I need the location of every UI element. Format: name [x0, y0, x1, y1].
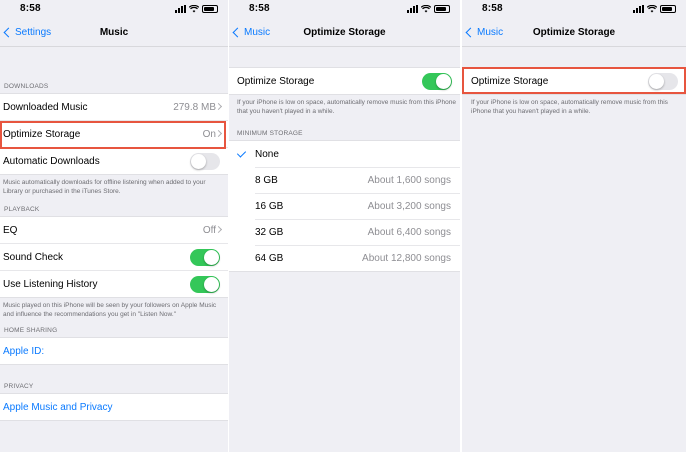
toggle-knob [436, 73, 451, 89]
status-bar: 8:58 [462, 0, 686, 22]
signal-icon [633, 5, 644, 13]
status-bar: 8:58 [0, 0, 228, 22]
minimum-storage-group: None 8 GB About 1,600 songs 16 GB About … [229, 140, 460, 272]
automatic-downloads-toggle[interactable] [190, 152, 220, 170]
screens-container: 8:58 Settings Music DOWNLOADS Downloaded… [0, 0, 686, 452]
optimize-storage-row[interactable]: Optimize Storage On [0, 120, 228, 147]
optimize-storage-off-screen: 8:58 Music Optimize Storage Optimize Sto… [462, 0, 686, 452]
sound-check-label: Sound Check [3, 251, 64, 263]
optimize-storage-row: Optimize Storage [229, 68, 460, 94]
storage-option-label: 16 GB [255, 200, 284, 212]
downloaded-music-row[interactable]: Downloaded Music 279.8 MB [0, 94, 228, 120]
storage-option-value: About 3,200 songs [367, 200, 451, 212]
wifi-icon [421, 5, 431, 13]
playback-footer: Music played on this iPhone will be seen… [3, 302, 217, 318]
privacy-row[interactable]: Apple Music and Privacy [0, 394, 228, 420]
wifi-icon [189, 5, 199, 13]
storage-option-8gb[interactable]: 8 GB About 1,600 songs [229, 167, 460, 193]
downloaded-music-label: Downloaded Music [3, 101, 88, 113]
listening-history-row: Use Listening History [0, 270, 228, 297]
section-header-privacy: PRIVACY [4, 383, 34, 390]
battery-icon [202, 5, 218, 13]
page-title: Optimize Storage [532, 27, 616, 38]
section-header-minimum-storage: MINIMUM STORAGE [237, 130, 303, 137]
optimize-storage-group: Optimize Storage [462, 67, 686, 95]
sound-check-row: Sound Check [0, 243, 228, 270]
eq-label: EQ [3, 224, 18, 236]
chevron-right-icon [214, 225, 223, 234]
section-header-playback: PLAYBACK [4, 206, 40, 213]
battery-icon [434, 5, 450, 13]
privacy-group: Apple Music and Privacy [0, 393, 228, 421]
optimize-storage-value: On [202, 128, 216, 140]
optimize-storage-on-screen: 8:58 Music Optimize Storage Optimize Sto… [229, 0, 460, 452]
music-settings-screen: 8:58 Settings Music DOWNLOADS Downloaded… [0, 0, 228, 452]
optimize-storage-footer: If your iPhone is low on space, automati… [471, 99, 668, 115]
optimize-storage-row: Optimize Storage [462, 68, 686, 94]
storage-option-label: 8 GB [255, 174, 278, 186]
optimize-storage-label: Optimize Storage [237, 75, 315, 87]
status-time: 8:58 [482, 3, 503, 14]
navigation-bar: Music Optimize Storage [229, 22, 460, 47]
eq-row[interactable]: EQ Off [0, 217, 228, 243]
navigation-bar: Music Optimize Storage [462, 22, 686, 47]
battery-icon [660, 5, 676, 13]
navigation-bar: Settings Music [0, 22, 228, 47]
toggle-knob [191, 153, 206, 169]
automatic-downloads-row: Automatic Downloads [0, 147, 228, 174]
chevron-right-icon [214, 129, 223, 138]
listening-history-toggle[interactable] [190, 275, 220, 293]
optimize-storage-toggle[interactable] [422, 72, 452, 90]
playback-group: EQ Off Sound Check Use Listening History [0, 216, 228, 298]
toggle-knob [204, 249, 219, 265]
status-bar: 8:58 [229, 0, 460, 22]
optimize-storage-toggle[interactable] [648, 72, 678, 90]
home-sharing-group: Apple ID: [0, 337, 228, 365]
optimize-storage-label: Optimize Storage [471, 75, 549, 87]
optimize-storage-label: Optimize Storage [3, 128, 81, 140]
status-icons [633, 5, 676, 13]
page-title: Music [99, 27, 129, 38]
storage-option-label: 64 GB [255, 252, 284, 264]
automatic-downloads-label: Automatic Downloads [3, 155, 100, 167]
storage-option-none[interactable]: None [229, 141, 460, 167]
apple-id-link[interactable]: Apple ID: [0, 346, 44, 357]
status-time: 8:58 [249, 3, 270, 14]
wifi-icon [647, 5, 657, 13]
optimize-storage-footer: If your iPhone is low on space, automati… [237, 99, 456, 115]
apple-id-row[interactable]: Apple ID: [0, 338, 228, 364]
storage-option-label: 32 GB [255, 226, 284, 238]
status-icons [407, 5, 450, 13]
toggle-knob [204, 276, 219, 292]
storage-option-value: About 1,600 songs [367, 174, 451, 186]
toggle-knob [649, 73, 664, 89]
privacy-link[interactable]: Apple Music and Privacy [0, 402, 113, 413]
storage-option-32gb[interactable]: 32 GB About 6,400 songs [229, 219, 460, 245]
storage-option-64gb[interactable]: 64 GB About 12,800 songs [229, 245, 460, 271]
page-title: Optimize Storage [303, 27, 386, 38]
storage-option-value: About 12,800 songs [362, 252, 451, 264]
section-header-home-sharing: HOME SHARING [4, 327, 58, 334]
downloads-footer: Music automatically downloads for offlin… [3, 179, 206, 195]
signal-icon [407, 5, 418, 13]
signal-icon [175, 5, 186, 13]
storage-option-value: About 6,400 songs [367, 226, 451, 238]
section-header-downloads: DOWNLOADS [4, 83, 49, 90]
eq-value: Off [202, 224, 216, 236]
status-time: 8:58 [20, 3, 41, 14]
downloaded-music-value: 279.8 MB [173, 101, 216, 113]
chevron-right-icon [214, 102, 223, 111]
optimize-storage-group: Optimize Storage [229, 67, 460, 95]
listening-history-label: Use Listening History [3, 278, 98, 290]
sound-check-toggle[interactable] [190, 248, 220, 266]
downloads-group: Downloaded Music 279.8 MB Optimize Stora… [0, 93, 228, 175]
status-icons [175, 5, 218, 13]
storage-option-16gb[interactable]: 16 GB About 3,200 songs [229, 193, 460, 219]
